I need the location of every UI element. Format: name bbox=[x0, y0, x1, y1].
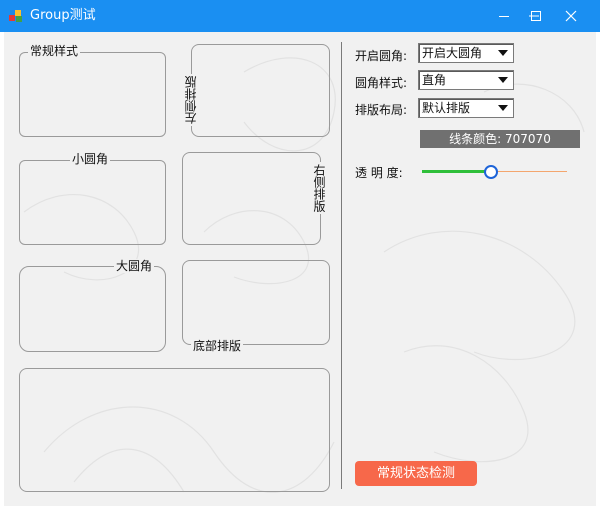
radius-combobox[interactable]: 开启大圆角 bbox=[418, 43, 514, 63]
opacity-slider-thumb[interactable] bbox=[484, 165, 498, 179]
opacity-slider-track[interactable] bbox=[495, 171, 567, 172]
radius-combobox-value: 开启大圆角 bbox=[422, 46, 483, 60]
chevron-down-icon bbox=[498, 50, 508, 56]
status-check-button[interactable]: 常规状态检测 bbox=[355, 461, 477, 486]
close-button[interactable] bbox=[554, 0, 588, 32]
radius-label: 开启圆角: bbox=[355, 49, 408, 63]
layout-label: 排版布局: bbox=[355, 103, 408, 117]
group-normal-title: 常规样式 bbox=[28, 44, 81, 58]
minimize-button[interactable] bbox=[487, 0, 521, 32]
style-label: 圆角样式: bbox=[355, 76, 408, 90]
vertical-separator bbox=[341, 42, 342, 489]
app-icon bbox=[9, 10, 22, 22]
group-right-title: 右侧排版 bbox=[312, 162, 326, 214]
group-bottom-layout bbox=[182, 260, 330, 345]
layout-combobox[interactable]: 默认排版 bbox=[418, 98, 514, 118]
group-large-radius bbox=[19, 266, 166, 352]
window-title: Group测试 bbox=[30, 8, 96, 23]
group-left-title: 左侧排版 bbox=[184, 74, 198, 126]
group-right-layout bbox=[182, 152, 321, 245]
minimize-icon bbox=[499, 16, 509, 17]
style-combobox-value: 直角 bbox=[422, 73, 447, 87]
maximize-icon bbox=[531, 11, 541, 21]
opacity-label: 透 明 度: bbox=[355, 166, 403, 180]
group-large-radius-title: 大圆角 bbox=[114, 259, 155, 273]
chevron-down-icon bbox=[498, 77, 508, 83]
opacity-slider-filled[interactable] bbox=[422, 170, 490, 173]
line-color-button[interactable]: 线条颜色: 707070 bbox=[420, 130, 580, 148]
close-icon bbox=[565, 10, 577, 22]
group-bottom-title: 底部排版 bbox=[191, 339, 244, 353]
group-small-radius-title: 小圆角 bbox=[70, 152, 111, 166]
group-large-panel bbox=[19, 368, 330, 492]
client-area: 常规样式 左侧排版 小圆角 右侧排版 大圆角 底部排版 开启圆角: 开启大圆角 … bbox=[4, 32, 596, 506]
group-small-radius bbox=[19, 160, 166, 245]
maximize-button[interactable] bbox=[519, 0, 553, 32]
chevron-down-icon bbox=[498, 105, 508, 111]
layout-combobox-value: 默认排版 bbox=[422, 101, 471, 115]
group-normal-style bbox=[19, 52, 166, 137]
group-left-layout bbox=[191, 44, 330, 137]
style-combobox[interactable]: 直角 bbox=[418, 70, 514, 90]
